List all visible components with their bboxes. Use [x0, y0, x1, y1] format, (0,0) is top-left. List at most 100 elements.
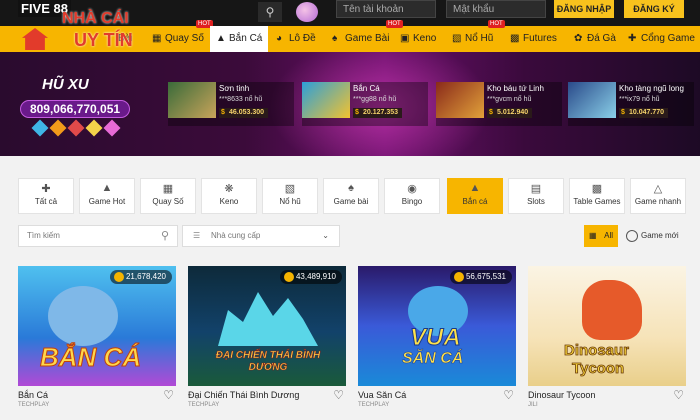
gamepad-icon: ✚: [628, 33, 637, 44]
category-ban-ca[interactable]: ▲ Bắn cá: [447, 178, 503, 214]
category-game-nhanh[interactable]: △ Game nhanh: [630, 178, 686, 214]
shark-mascot: [48, 286, 118, 346]
jackpot-card[interactable]: Sơn tinh ***8633 nổ hũ 46.053.300: [168, 82, 294, 126]
jackpot-game-name: Bắn Cá: [353, 84, 380, 93]
category-bingo[interactable]: ◉ Bingo: [384, 178, 440, 214]
provider-select[interactable]: ☰ Nhà cung cấp ⌄: [182, 225, 340, 247]
login-button[interactable]: ĐĂNG NHẬP: [554, 0, 614, 18]
nav-item-da-ga[interactable]: ✿ Đá Gà: [574, 26, 616, 52]
site-logo[interactable]: FIVE 88 NHÀ CÁI UY TÍN: [18, 0, 138, 50]
category-keno[interactable]: ❋ Keno: [201, 178, 257, 214]
cards-icon: ♠: [348, 182, 354, 194]
fire-icon: ▲: [101, 182, 113, 194]
nav-item-cong-game[interactable]: ✚ Cổng Game: [628, 26, 695, 52]
nav-item-label: Bắn Cá: [229, 33, 263, 44]
category-game-bai[interactable]: ♠ Game bài: [323, 178, 379, 214]
favorite-heart-icon[interactable]: ♡: [163, 388, 174, 402]
nav-item-no-hu[interactable]: ▧ Nổ Hũ HOT: [452, 20, 505, 52]
jackpot-amount: 809,066,770,051: [20, 100, 130, 118]
category-label: Game Hot: [88, 197, 126, 206]
favorite-heart-icon[interactable]: ♡: [333, 388, 344, 402]
hot-badge: HOT: [488, 20, 505, 28]
search-icon[interactable]: ⚲: [258, 2, 282, 22]
jackpot-game-name: Sơn tinh: [219, 84, 250, 93]
game-card[interactable]: ĐẠI CHIẾN THÁI BÌNH DƯƠNG 43,489,910 Đại…: [188, 266, 346, 416]
jackpot-game-name: Kho tàng ngũ long: [619, 84, 684, 93]
jackpot-winner: ***ix79 nổ hũ: [619, 96, 660, 103]
gem-icon: [67, 119, 85, 137]
game-thumbnail: [168, 82, 216, 118]
game-thumbnail: ĐẠI CHIẾN THÁI BÌNH DƯƠNG 43,489,910: [188, 266, 346, 386]
filter-all-button[interactable]: ▦ All: [584, 225, 618, 247]
fish-icon: ▲: [216, 33, 226, 44]
category-no-hu[interactable]: ▧ Nổ hũ: [262, 178, 318, 214]
game-provider: JILI: [528, 402, 538, 408]
password-field[interactable]: Mật khẩu: [446, 0, 546, 18]
gem-icon: [31, 119, 49, 137]
house-icon: [22, 28, 48, 50]
game-provider: TECHPLAY: [188, 402, 220, 408]
search-input[interactable]: Tìm kiếm ⚲: [18, 225, 178, 247]
keno-icon: ▣: [400, 33, 410, 44]
game-card[interactable]: BẮN CÁ 21,678,420 Bắn Cá TECHPLAY ♡: [18, 266, 176, 416]
nav-item-label: Keno: [413, 33, 437, 44]
game-art-title-line1: VUA: [410, 324, 462, 352]
category-label: Tất cả: [34, 197, 58, 206]
nav-item-keno[interactable]: ▣ Keno: [400, 26, 436, 52]
jackpot-card[interactable]: Kho tàng ngũ long ***ix79 nổ hũ 10.047.7…: [568, 82, 694, 126]
table-icon: ▩: [591, 183, 603, 195]
nav-item-quay-so[interactable]: ▦ Quay Số HOT: [152, 20, 213, 52]
game-thumbnail: Dinosaur Tycoon: [528, 266, 686, 386]
game-card[interactable]: Dinosaur Tycoon Dinosaur Tycoon JILI ♡: [528, 266, 686, 416]
puzzle-icon: ✚: [41, 183, 51, 195]
favorite-heart-icon[interactable]: ♡: [673, 388, 684, 402]
jackpot-card[interactable]: Kho báu tứ Linh ***gvcm nổ hũ 5.012.940: [436, 82, 562, 126]
jar-icon: ▧: [452, 33, 462, 44]
game-thumbnail: VUA SĂN CÁ 56,675,531: [358, 266, 516, 386]
game-card[interactable]: VUA SĂN CÁ 56,675,531 Vua Săn Cá TECHPLA…: [358, 266, 516, 416]
logo-overlay-line1: NHÀ CÁI: [62, 10, 129, 27]
jackpot-value: 10.047.770: [619, 108, 669, 118]
jackpot-value: 46.053.300: [219, 108, 269, 118]
nav-item-ban-ca[interactable]: ▲ Bắn Cá: [210, 26, 269, 52]
game-art-title-line2: SĂN CÁ: [402, 350, 464, 368]
game-provider: TECHPLAY: [18, 402, 50, 408]
filter-new-button[interactable]: Game mới: [626, 228, 679, 244]
promo-avatar[interactable]: [296, 2, 318, 22]
category-quay-so[interactable]: ▦ Quay Số: [140, 178, 196, 214]
jackpot-pill: 21,678,420: [109, 270, 172, 284]
game-art-title-line2: Tycoon: [572, 360, 625, 378]
jackpot-banner: HŨ XU 809,066,770,051 Sơn tinh ***8633 n…: [0, 52, 700, 156]
category-table-games[interactable]: ▩ Table Games: [569, 178, 625, 214]
star-icon: [85, 119, 103, 137]
ball-icon: ◕: [276, 33, 283, 44]
monster-silhouette: [218, 292, 318, 346]
game-art-title: ĐẠI CHIẾN THÁI BÌNH DƯƠNG: [215, 350, 321, 374]
search-placeholder: Tìm kiếm: [27, 231, 60, 240]
category-game-hot[interactable]: ▲ Game Hot: [79, 178, 135, 214]
register-button[interactable]: ĐĂNG KÝ: [624, 0, 684, 18]
jackpot-winner: ***8633 nổ hũ: [219, 96, 263, 103]
nav-item-game-bai[interactable]: ♠ Game Bài HOT: [332, 20, 403, 52]
favorite-heart-icon[interactable]: ♡: [503, 388, 514, 402]
logo-overlay-line2: UY TÍN: [74, 30, 133, 50]
filter-new-label: Game mới: [641, 231, 679, 240]
category-slots[interactable]: ▤ Slots: [508, 178, 564, 214]
jar-icon: ▧: [284, 183, 296, 195]
game-art-title-line1: Dinosaur: [564, 342, 630, 360]
chevron-down-icon: ⌄: [322, 231, 329, 240]
game-lobby: ✚ Tất cả ▲ Game Hot ▦ Quay Số ❋ Keno ▧ Nổ hũ …: [0, 156, 700, 420]
nav-item-label: Quay Số: [165, 33, 204, 44]
jackpot-total: HŨ XU 809,066,770,051: [20, 76, 130, 150]
username-field[interactable]: Tên tài khoản: [336, 0, 436, 18]
rocket-icon: △: [653, 183, 663, 195]
nav-item-futures[interactable]: ▩ Futures: [510, 26, 557, 52]
game-thumbnail: [302, 82, 350, 118]
jackpot-game-name: Kho báu tứ Linh: [487, 84, 544, 93]
category-all[interactable]: ✚ Tất cả: [18, 178, 74, 214]
jackpot-card[interactable]: Bắn Cá ***gg88 nổ hũ 20.127.353: [302, 82, 428, 126]
new-icon: [626, 229, 638, 242]
jackpot-gems: [30, 119, 121, 138]
category-label: Nổ hũ: [279, 197, 301, 206]
nav-item-lo-de[interactable]: ◕ Lô Đề: [276, 26, 316, 52]
